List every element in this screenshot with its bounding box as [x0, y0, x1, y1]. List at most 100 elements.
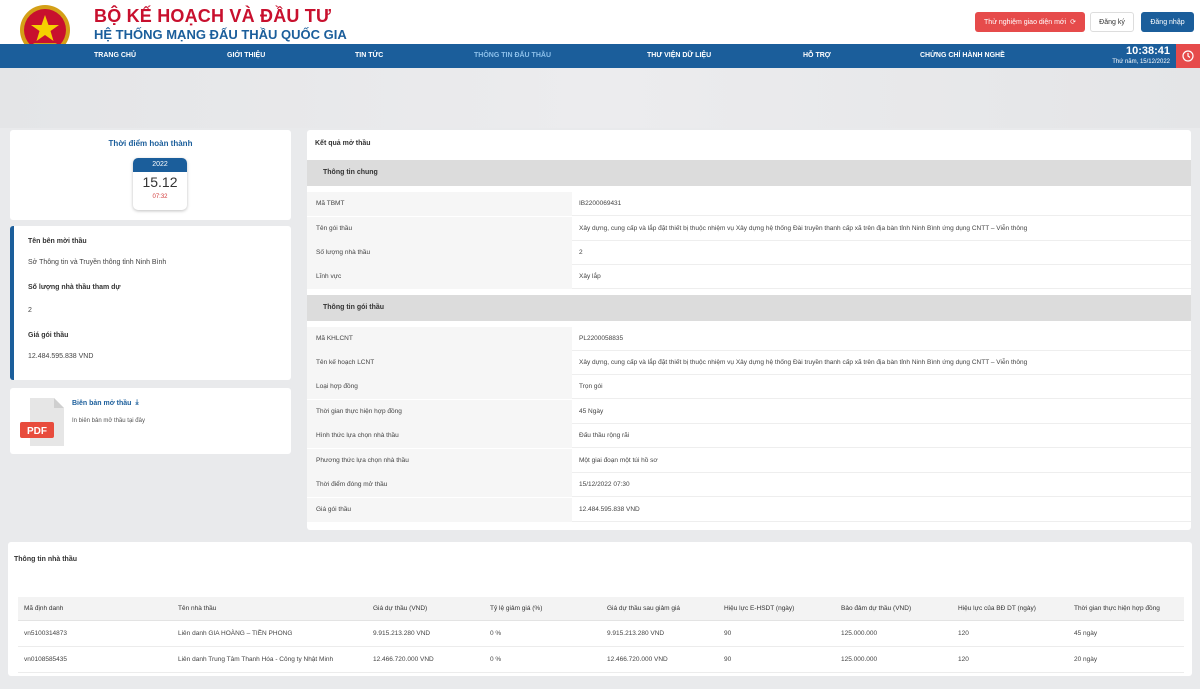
contractors-table: Mã định danh Tên nhà thầu Giá dự thầu (V… — [18, 597, 1184, 675]
row-label: Hình thức lựa chọn nhà thầu — [307, 424, 572, 448]
column-header: Giá dự thầu (VND) — [373, 605, 428, 612]
row-value: IB2200069431 — [579, 200, 622, 207]
try-new-ui-button[interactable]: Thử nghiệm giao diện mới ⟳ — [975, 12, 1085, 32]
column-header: Hiệu lực của BĐ DT (ngày) — [958, 605, 1036, 612]
column-header: Mã định danh — [24, 605, 64, 612]
calendar-year: 2022 — [133, 158, 187, 172]
inviter-value: Sở Thông tin và Truyền thông tỉnh Ninh B… — [28, 259, 167, 266]
table-row: vn0108585435 Liên danh Trung Tâm Thanh H… — [18, 647, 1184, 673]
calendar-day: 15.12 — [142, 174, 178, 190]
package-row: Loại hợp đồng Trọn gói — [307, 375, 1191, 399]
row-label: Phương thức lựa chọn nhà thầu — [307, 449, 572, 473]
package-row: Mã KHLCNT PL2200058835 — [307, 327, 1191, 351]
refresh-icon: ⟳ — [1070, 19, 1076, 26]
column-header: Hiệu lực E-HSDT (ngày) — [724, 605, 795, 612]
column-header: Thời gian thực hiện hợp đồng — [1074, 605, 1160, 612]
nav-data-library[interactable]: THƯ VIỆN DỮ LIỆU — [647, 44, 711, 68]
column-header: Bảo đảm dự thầu (VND) — [841, 605, 912, 612]
summary-card: Tên bên mời thầu Sở Thông tin và Truyền … — [10, 226, 291, 380]
table-row: vn5100314873 Liên danh GIA HOÀNG – TIỀN … — [18, 621, 1184, 647]
clock-time: 10:38:41 — [1125, 45, 1170, 57]
table-cell: 12.466.720.000 VND — [373, 656, 434, 663]
row-value: 12.484.595.838 VND — [579, 506, 640, 513]
calendar-time: 07:32 — [152, 194, 168, 200]
row-label: Mã TBMT — [307, 192, 572, 216]
table-cell: 90 — [724, 656, 732, 663]
column-header: Tên nhà thầu — [178, 605, 217, 612]
table-cell: 120 — [958, 630, 969, 637]
row-label: Lĩnh vực — [307, 265, 572, 289]
download-icon[interactable]: ⤓ — [135, 399, 138, 407]
contractors-title: Thông tin nhà thầu — [14, 556, 77, 563]
row-value: Trọn gói — [579, 383, 603, 390]
package-row: Giá gói thầu 12.484.595.838 VND — [307, 498, 1191, 522]
row-value: 15/12/2022 07:30 — [579, 481, 630, 488]
package-row: Thời gian thực hiện hợp đồng 45 Ngày — [307, 400, 1191, 424]
login-button[interactable]: Đăng nhập — [1141, 12, 1194, 32]
result-title: Kết quả mở thầu — [315, 140, 371, 147]
row-label: Tên gói thầu — [307, 217, 572, 241]
site-header: BỘ KẾ HOẠCH VÀ ĐẦU TƯ HỆ THỐNG MẠNG ĐẤU … — [0, 0, 1200, 55]
completion-title: Thời điểm hoàn thành — [108, 139, 193, 148]
package-row: Tên kế hoạch LCNT Xây dựng, cung cấp và … — [307, 351, 1191, 375]
row-label: Loại hợp đồng — [307, 375, 572, 399]
table-cell: 90 — [724, 630, 732, 637]
row-label: Số lượng nhà thầu — [307, 241, 572, 265]
completion-card: Thời điểm hoàn thành 2022 15.12 07:32 — [10, 130, 291, 220]
table-cell: vn0108585435 — [24, 656, 68, 663]
table-cell: 125.000.000 — [841, 656, 878, 663]
clock-icon[interactable] — [1176, 44, 1200, 68]
general-info-header: Thông tin chung — [307, 160, 1191, 186]
system-title: HỆ THỐNG MẠNG ĐẤU THẦU QUỐC GIA — [94, 27, 347, 42]
table-cell: Liên danh Trung Tâm Thanh Hóa - Công ty … — [178, 656, 334, 663]
row-value: Xây dựng, cung cấp và lắp đặt thiết bị t… — [579, 359, 1028, 366]
row-label: Giá gói thầu — [307, 498, 572, 522]
row-label: Mã KHLCNT — [307, 327, 572, 351]
row-value: 2 — [579, 249, 583, 256]
row-value: Xây lắp — [579, 273, 601, 280]
package-row: Hình thức lựa chọn nhà thầu Đấu thầu rộn… — [307, 424, 1191, 448]
table-cell: Liên danh GIA HOÀNG – TIỀN PHONG — [178, 630, 293, 637]
minutes-title: Biên bản mở thầu — [72, 399, 132, 407]
nav-news[interactable]: TIN TỨC — [355, 44, 383, 68]
bid-opening-result: Kết quả mở thầu Thông tin chung Mã TBMT … — [307, 130, 1191, 530]
try-new-ui-label: Thử nghiệm giao diện mới — [984, 18, 1067, 26]
bidders-label: Số lượng nhà thầu tham dự — [28, 284, 121, 291]
table-cell: 125.000.000 — [841, 630, 878, 637]
general-row: Lĩnh vực Xây lắp — [307, 265, 1191, 289]
table-cell: 9.915.213.280 VND — [373, 630, 431, 637]
document-card[interactable]: PDF Biên bản mở thầu ⤓ In biên bản mở th… — [10, 388, 291, 454]
nav-certificates[interactable]: CHỨNG CHỈ HÀNH NGHỀ — [920, 44, 1005, 68]
nav-home[interactable]: TRANG CHỦ — [94, 44, 136, 68]
clock: 10:38:41 Thứ năm, 15/12/2022 — [1112, 45, 1170, 66]
table-cell: 9.915.213.280 VND — [607, 630, 665, 637]
row-label: Thời điểm đóng mở thầu — [307, 473, 572, 497]
price-label: Giá gói thầu — [28, 332, 69, 339]
row-label: Thời gian thực hiện hợp đồng — [307, 400, 572, 424]
minutes-link[interactable]: Biên bản mở thầu ⤓ — [72, 399, 139, 407]
table-cell: vn5100314873 — [24, 630, 68, 637]
table-header: Mã định danh Tên nhà thầu Giá dự thầu (V… — [18, 597, 1184, 621]
clock-date: Thứ năm, 15/12/2022 — [1112, 59, 1170, 65]
general-row: Mã TBMT IB2200069431 — [307, 192, 1191, 216]
pdf-file-icon: PDF — [20, 398, 64, 446]
nav-about[interactable]: GIỚI THIỆU — [227, 44, 265, 68]
row-value: Đấu thầu rộng rãi — [579, 432, 630, 439]
row-value: Một giai đoạn một túi hồ sơ — [579, 457, 658, 464]
inviter-label: Tên bên mời thầu — [28, 238, 87, 245]
row-value: PL2200058835 — [579, 335, 624, 342]
nav-support[interactable]: HỖ TRỢ — [803, 44, 831, 68]
table-cell: 12.466.720.000 VND — [607, 656, 668, 663]
row-value: Xây dựng, cung cấp và lắp đặt thiết bị t… — [579, 225, 1028, 232]
column-header: Tỷ lệ giảm giá (%) — [490, 605, 543, 612]
package-info-header: Thông tin gói thầu — [307, 295, 1191, 321]
table-cell: 120 — [958, 656, 969, 663]
bidders-value: 2 — [28, 307, 32, 314]
register-button[interactable]: Đăng ký — [1090, 12, 1134, 32]
price-value: 12.484.595.838 VND — [28, 353, 94, 360]
banner-strip — [0, 68, 1200, 128]
row-label: Tên kế hoạch LCNT — [307, 351, 572, 375]
table-cell: 0 % — [490, 656, 502, 663]
main-nav: TRANG CHỦ GIỚI THIỆU TIN TỨC THÔNG TIN Đ… — [0, 44, 1200, 68]
nav-bidding-info[interactable]: THÔNG TIN ĐẤU THẦU — [474, 44, 551, 68]
